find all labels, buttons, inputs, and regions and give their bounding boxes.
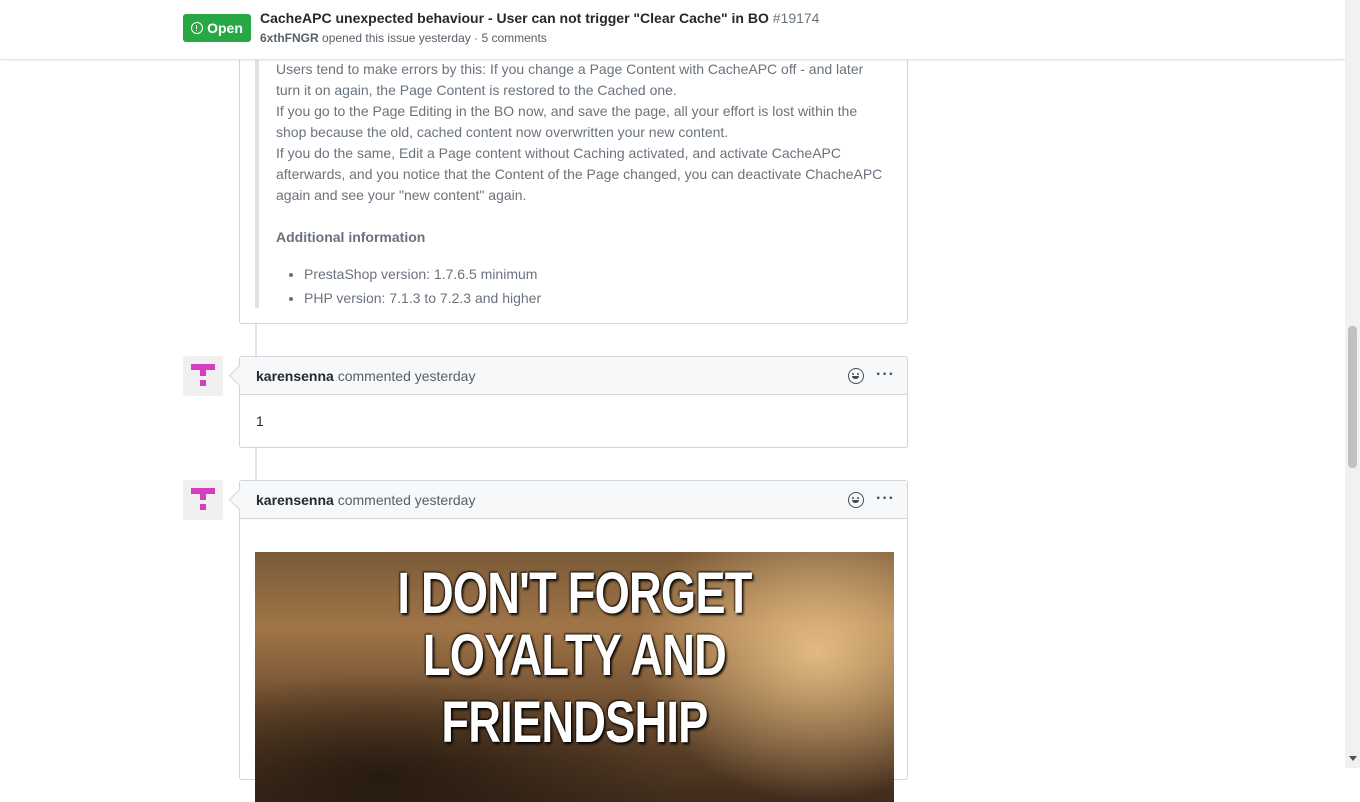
avatar[interactable]	[183, 356, 223, 396]
quote-line: Users tend to make errors by this: If yo…	[276, 61, 864, 98]
meme-image[interactable]: I DON'T FORGET LOYALTY AND FRIENDSHIP	[255, 552, 894, 802]
kebab-horizontal-icon[interactable]: ···	[876, 490, 895, 508]
issue-state-label: Open	[207, 20, 243, 36]
comment-author-link[interactable]: karensenna	[256, 492, 334, 508]
issue-title[interactable]: CacheAPC unexpected behaviour - User can…	[260, 10, 819, 26]
comment-timestamp[interactable]: commented yesterday	[338, 368, 476, 384]
kebab-horizontal-icon[interactable]: ···	[876, 366, 895, 384]
page-scrollbar[interactable]	[1345, 0, 1360, 768]
issue-number: #19174	[772, 10, 820, 26]
quote-paragraph: Users tend to make errors by this: If yo…	[276, 59, 891, 206]
comment-caret	[228, 364, 251, 387]
issue-meta: 6xthFNGR opened this issue yesterday · 5…	[260, 31, 547, 45]
list-item: PHP version: 7.1.3 to 7.2.3 and higher	[304, 286, 884, 310]
sticky-issue-header: Open CacheAPC unexpected behaviour - Use…	[0, 0, 1345, 60]
meme-caption-line: I DON'T FORGET	[397, 561, 752, 626]
additional-info-heading: Additional information	[276, 229, 426, 245]
list-item: PrestaShop version: 1.7.6.5 minimum	[304, 262, 884, 286]
comment: karensenna commented yesterday ··· I DON…	[228, 480, 908, 802]
timeline-connector	[255, 448, 257, 480]
avatar[interactable]	[183, 480, 223, 520]
issue-author-link[interactable]: 6xthFNGR	[260, 31, 319, 45]
scrollbar-thumb[interactable]	[1348, 326, 1357, 468]
meme-caption-line: LOYALTY AND FRIENDSHIP	[422, 623, 727, 755]
issue-meta-text: opened this issue yesterday · 5 comments	[322, 31, 547, 45]
comment-caret	[228, 488, 251, 511]
comment-header: karensenna commented yesterday ···	[228, 357, 907, 395]
timeline-connector	[255, 324, 257, 356]
comment-author-link[interactable]: karensenna	[256, 368, 334, 384]
smiley-icon[interactable]	[848, 492, 864, 508]
blockquote: Users tend to make errors by this: If yo…	[255, 40, 895, 308]
comment-header: karensenna commented yesterday ···	[228, 481, 907, 519]
issue-opened-icon	[191, 22, 204, 34]
comment: karensenna commented yesterday ··· 1	[228, 356, 908, 448]
comment-author-line: karensenna commented yesterday	[256, 368, 475, 384]
issue-state-badge: Open	[183, 14, 251, 42]
comment-author-line: karensenna commented yesterday	[256, 492, 475, 508]
smiley-icon[interactable]	[848, 368, 864, 384]
comment-timestamp[interactable]: commented yesterday	[338, 492, 476, 508]
scroll-down-arrow-icon[interactable]	[1349, 756, 1357, 761]
version-list: PrestaShop version: 1.7.6.5 minimum PHP …	[276, 262, 884, 310]
issue-title-text[interactable]: CacheAPC unexpected behaviour - User can…	[260, 10, 769, 26]
quote-line: If you go to the Page Editing in the BO …	[276, 103, 858, 140]
quote-line: If you do the same, Edit a Page content …	[276, 145, 883, 203]
issue-body-comment: Users tend to make errors by this: If yo…	[239, 40, 908, 324]
comment-body: 1	[256, 413, 264, 429]
